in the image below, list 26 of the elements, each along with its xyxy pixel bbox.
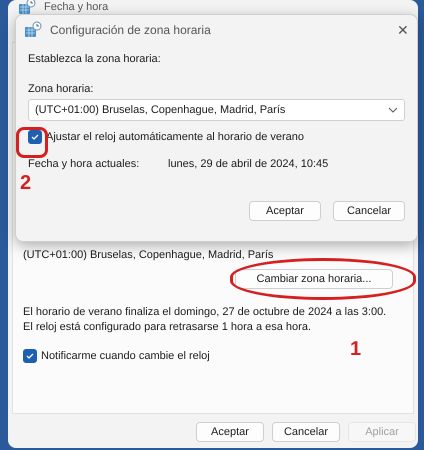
cancel-button[interactable]: Cancelar — [333, 201, 405, 221]
clock-globe-icon — [24, 21, 42, 39]
window-title: Fecha y hora — [44, 1, 108, 13]
cancel-button[interactable]: Cancelar — [272, 422, 340, 442]
step-number: 2 — [20, 172, 32, 195]
ok-button[interactable]: Aceptar — [249, 201, 321, 221]
ok-button[interactable]: Aceptar — [196, 422, 264, 442]
prompt-text: Establezca la zona horaria: — [28, 53, 162, 65]
checkbox[interactable] — [23, 349, 37, 363]
field-label: Fecha y hora actuales: — [28, 158, 140, 170]
checkmark-icon — [25, 351, 35, 361]
dst-info-text: El horario de verano finaliza el domingo, 27 de octubre de 2024 a las 3:00. El reloj está configurado para retrasarse 1 hora a esa hora. — [23, 305, 388, 335]
field-label: Zona horaria: — [28, 83, 94, 95]
dialog-title: Configuración de zona horaria — [50, 23, 211, 37]
highlight-ring — [16, 127, 48, 158]
current-datetime: lunes, 29 de abril de 2024, 10:45 — [168, 158, 328, 170]
chevron-down-icon — [388, 107, 398, 113]
timezone-dropdown[interactable]: (UTC+01:00) Bruselas, Copenhague, Madrid, París — [28, 99, 405, 121]
close-button[interactable]: ✕ — [397, 22, 409, 38]
checkbox-label: Notificarme cuando cambie el reloj — [41, 350, 210, 362]
checkbox[interactable] — [28, 130, 42, 144]
change-timezone-button[interactable]: Cambiar zona horaria... — [235, 269, 393, 289]
step-number: 1 — [350, 338, 362, 361]
checkmark-icon — [30, 132, 40, 142]
checkbox-label: Ajustar el reloj automáticamente al horario de verano — [46, 131, 304, 143]
timezone-text: (UTC+01:00) Bruselas, Copenhague, Madrid, París — [23, 249, 274, 261]
